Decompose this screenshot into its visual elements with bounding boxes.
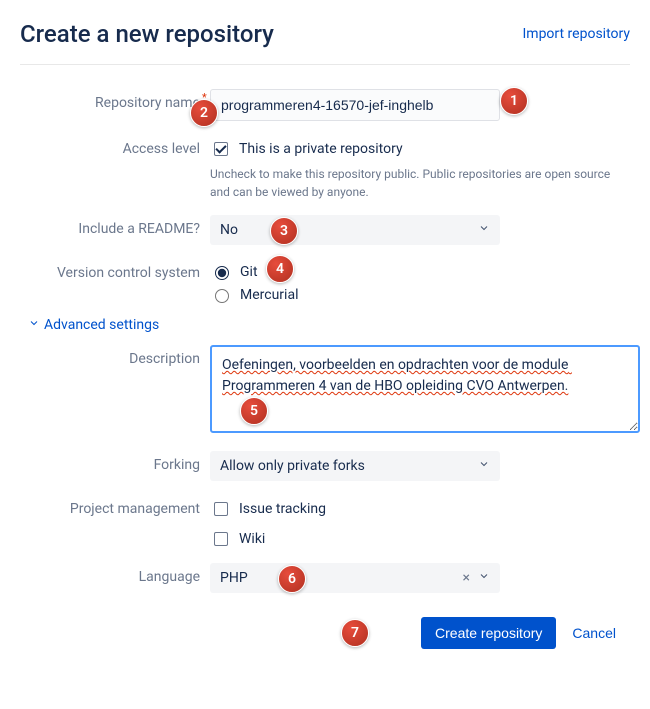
wiki-label: Wiki	[239, 531, 265, 547]
vcs-label: Version control system	[20, 259, 210, 281]
vcs-mercurial-radio[interactable]	[215, 289, 229, 303]
vcs-mercurial-label: Mercurial	[240, 287, 298, 303]
forking-select[interactable]: Allow only private forks	[210, 451, 500, 481]
annotation-badge-1: 1	[500, 87, 528, 115]
access-level-label: Access level	[20, 135, 210, 157]
vcs-git-label: Git	[240, 264, 258, 280]
private-repo-checkbox[interactable]	[214, 142, 228, 156]
private-repo-checkbox-label: This is a private repository	[239, 141, 403, 157]
access-helper-text: Uncheck to make this repository public. …	[210, 165, 630, 201]
language-label: Language	[20, 563, 210, 585]
chevron-down-icon	[28, 317, 40, 333]
language-select[interactable]: PHP	[210, 563, 500, 593]
clear-icon[interactable]: ×	[463, 570, 470, 586]
create-repository-button[interactable]: Create repository	[421, 617, 556, 649]
issue-tracking-checkbox[interactable]	[214, 502, 228, 516]
wiki-checkbox[interactable]	[214, 532, 228, 546]
cancel-button[interactable]: Cancel	[568, 617, 620, 649]
vcs-git-radio[interactable]	[215, 266, 229, 280]
readme-select[interactable]: No	[210, 215, 500, 245]
annotation-badge-7: 7	[341, 619, 369, 647]
page-title: Create a new repository	[20, 20, 274, 48]
pm-label: Project management	[20, 495, 210, 517]
readme-label: Include a README?	[20, 215, 210, 237]
description-label: Description	[20, 345, 210, 367]
repo-name-input[interactable]	[210, 89, 500, 121]
import-repository-link[interactable]: Import repository	[522, 26, 630, 42]
repo-name-label: Repository name	[20, 89, 210, 111]
forking-label: Forking	[20, 451, 210, 473]
issue-tracking-label: Issue tracking	[239, 501, 326, 517]
advanced-settings-toggle[interactable]: Advanced settings	[28, 317, 630, 333]
description-textarea[interactable]	[210, 345, 640, 433]
